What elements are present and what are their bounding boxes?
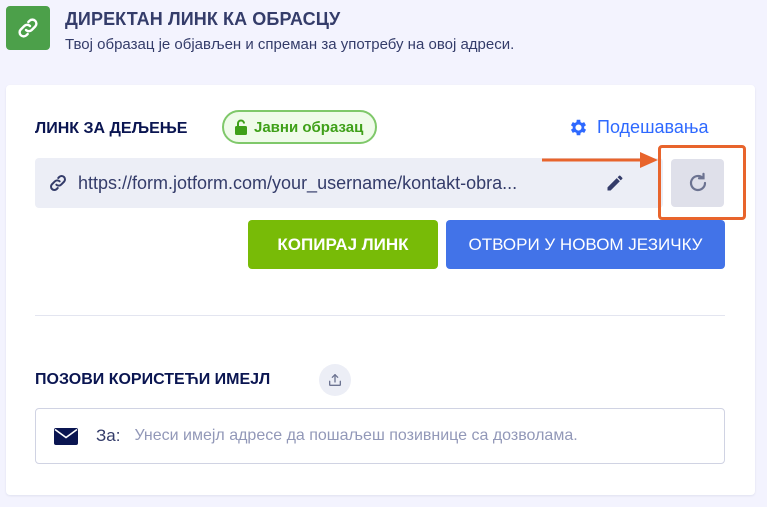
link-icon <box>6 6 50 50</box>
to-label: За: <box>96 426 121 445</box>
pencil-icon[interactable] <box>605 173 625 193</box>
page-subtitle: Твој образац је објављен и спреман за уп… <box>65 36 515 53</box>
invite-by-email-label: ПОЗОВИ КОРИСТЕЋИ ИМЕЈЛ <box>35 371 271 388</box>
upload-icon <box>327 372 343 388</box>
refresh-link-button[interactable] <box>671 159 724 207</box>
link-icon <box>48 173 68 193</box>
mail-icon <box>54 427 78 445</box>
direct-link-card: ЛИНК ЗА ДЕЉЕЊЕ Јавни образац Подешавања <box>6 85 755 495</box>
divider <box>35 315 725 316</box>
gear-icon <box>568 117 589 138</box>
email-input[interactable] <box>134 427 695 445</box>
page: ДИРЕКТАН ЛИНК КА ОБРАСЦУ Твој образац је… <box>0 0 767 507</box>
refresh-icon <box>686 171 710 195</box>
share-link-label: ЛИНК ЗА ДЕЉЕЊЕ <box>35 120 188 137</box>
email-invite-field[interactable]: За: <box>35 408 725 464</box>
upload-contacts-button[interactable] <box>319 364 351 396</box>
settings-label: Подешавања <box>597 117 709 137</box>
open-in-new-tab-button[interactable]: ОТВОРИ У НОВОМ ЈЕЗИЧКУ <box>446 220 725 269</box>
public-form-badge-label: Јавни образац <box>254 118 364 136</box>
settings-link[interactable]: Подешавања <box>568 117 709 138</box>
arrow-annotation <box>542 152 658 168</box>
share-url-text: https://form.jotform.com/your_username/k… <box>78 172 518 193</box>
unlock-icon <box>234 119 248 135</box>
public-form-badge[interactable]: Јавни образац <box>222 110 378 144</box>
header: ДИРЕКТАН ЛИНК КА ОБРАСЦУ Твој образац је… <box>6 6 514 53</box>
copy-link-button[interactable]: КОПИРАЈ ЛИНК <box>248 220 438 269</box>
page-title: ДИРЕКТАН ЛИНК КА ОБРАСЦУ <box>65 9 341 29</box>
